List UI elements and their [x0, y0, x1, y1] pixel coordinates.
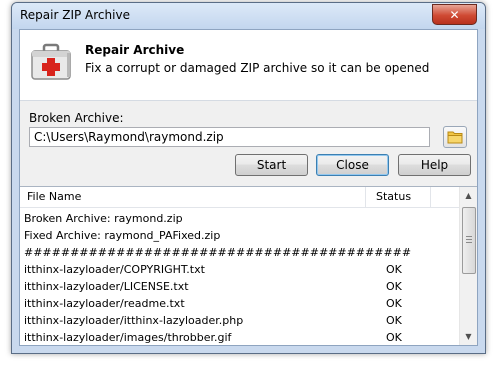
column-divider[interactable] [365, 187, 366, 207]
scroll-down-arrow-icon[interactable]: ▼ [460, 328, 477, 345]
list-item[interactable]: Broken Archive: raymond.zip [20, 211, 460, 228]
list-item[interactable]: itthinx-lazyloader/readme.txt OK [20, 296, 460, 313]
scrollbar-thumb[interactable] [462, 207, 476, 274]
file-name: itthinx-lazyloader/images/throbber.gif [24, 331, 232, 344]
dialog-body: Repair Archive Fix a corrupt or damaged … [19, 29, 478, 346]
file-name: Broken Archive: raymond.zip [24, 212, 183, 225]
vertical-scrollbar[interactable]: ▲ ▼ [459, 187, 477, 345]
file-status: OK [386, 297, 402, 310]
grip-line [466, 239, 472, 240]
scroll-up-arrow-icon[interactable]: ▲ [460, 187, 477, 204]
repair-zip-window: Repair ZIP Archive ✕ Repair Archive Fix … [11, 2, 486, 354]
results-list[interactable]: File Name Status Broken Archive: raymond… [20, 186, 477, 345]
header-panel: Repair Archive Fix a corrupt or damaged … [20, 30, 477, 101]
folder-icon [447, 131, 463, 144]
browse-button[interactable] [443, 126, 467, 148]
file-name: itthinx-lazyloader/itthinx-lazyloader.ph… [24, 314, 244, 327]
file-status: OK [386, 314, 402, 327]
list-header: File Name Status [20, 187, 460, 208]
start-button[interactable]: Start [235, 154, 308, 176]
title-bar[interactable]: Repair ZIP Archive ✕ [12, 3, 485, 29]
grip-line [466, 236, 472, 237]
file-name: itthinx-lazyloader/readme.txt [24, 297, 185, 310]
list-item[interactable]: itthinx-lazyloader/images/throbber.gif OK [20, 330, 460, 347]
header-subtitle: Fix a corrupt or damaged ZIP archive so … [85, 61, 430, 75]
help-button[interactable]: Help [398, 154, 471, 176]
close-button[interactable]: Close [316, 154, 389, 176]
column-divider[interactable] [430, 187, 431, 207]
header-title: Repair Archive [85, 43, 185, 57]
window-close-button[interactable]: ✕ [432, 4, 477, 25]
file-status: OK [386, 263, 402, 276]
list-item[interactable]: itthinx-lazyloader/COPYRIGHT.txt OK [20, 262, 460, 279]
file-name: Fixed Archive: raymond_PAFixed.zip [24, 229, 221, 242]
list-item[interactable]: Fixed Archive: raymond_PAFixed.zip [20, 228, 460, 245]
list-item[interactable]: ########################################… [20, 245, 460, 262]
file-status: OK [386, 280, 402, 293]
broken-archive-label: Broken Archive: [29, 111, 124, 125]
close-icon: ✕ [449, 7, 460, 22]
list-item[interactable]: itthinx-lazyloader/itthinx-lazyloader.ph… [20, 313, 460, 330]
file-name: itthinx-lazyloader/LICENSE.txt [24, 280, 189, 293]
archive-path-input[interactable] [29, 127, 430, 147]
list-rows: Broken Archive: raymond.zip Fixed Archiv… [20, 211, 460, 347]
window-title: Repair ZIP Archive [20, 8, 130, 22]
first-aid-kit-icon [31, 43, 71, 80]
column-header-file-name[interactable]: File Name [27, 190, 81, 203]
broken-archive-label-text: Broken Archive: [29, 111, 124, 125]
list-item[interactable]: itthinx-lazyloader/LICENSE.txt OK [20, 279, 460, 296]
column-header-status[interactable]: Status [376, 190, 411, 203]
grip-line [466, 242, 472, 243]
file-name: ########################################… [24, 246, 412, 259]
file-name: itthinx-lazyloader/COPYRIGHT.txt [24, 263, 205, 276]
file-status: OK [386, 331, 402, 344]
